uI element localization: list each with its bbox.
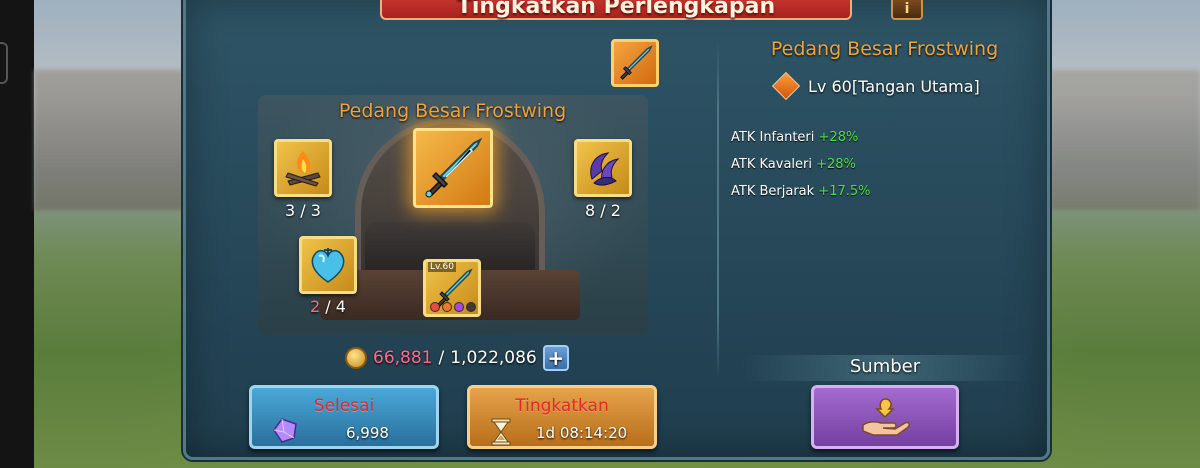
material-required-frozen-heart: / 4 xyxy=(320,297,346,316)
background-wall-left xyxy=(34,70,184,210)
gem-sockets xyxy=(430,302,476,312)
claw-icon xyxy=(590,152,620,186)
detail-level-text: Lv 60[Tangan Utama] xyxy=(808,76,980,96)
material-slot-claw[interactable] xyxy=(574,139,632,197)
gold-coin-icon xyxy=(345,347,367,369)
stat-line: ATK Kavaleri +28% xyxy=(731,157,856,172)
frozen-heart-icon xyxy=(311,248,345,283)
gem-socket-icon xyxy=(442,302,452,312)
gold-required: 1,022,086 xyxy=(450,348,537,368)
hourglass-icon xyxy=(491,418,511,446)
stat-label: ATK Infanteri xyxy=(731,130,819,145)
rarity-diamond-icon xyxy=(771,71,801,101)
material-count-campfire: 3 / 3 xyxy=(285,201,321,220)
finish-now-button[interactable]: Selesai 6,998 xyxy=(249,385,439,449)
add-gold-button[interactable]: + xyxy=(542,345,569,371)
finish-now-cost: 6,998 xyxy=(346,424,389,442)
stat-line: ATK Infanteri +28% xyxy=(731,130,858,145)
material-slot-campfire[interactable] xyxy=(274,139,332,197)
main-equipment-slot[interactable] xyxy=(413,128,493,208)
stat-bonus: +28% xyxy=(818,130,859,145)
sword-icon xyxy=(620,45,653,80)
plus-icon: + xyxy=(547,346,565,370)
upgrade-button[interactable]: Tingkatkan 1d 08:14:20 xyxy=(467,385,657,449)
equipped-item-thumbnail[interactable] xyxy=(611,39,659,87)
finish-now-label: Selesai xyxy=(313,396,375,416)
device-bezel xyxy=(0,0,34,468)
gold-resource-row: 66,881 / 1,022,086 + xyxy=(345,344,569,372)
hand-arrow-icon xyxy=(862,398,910,436)
stat-label: ATK Kavaleri xyxy=(731,157,817,172)
info-button[interactable]: i xyxy=(891,0,923,20)
sword-icon xyxy=(425,137,483,198)
panel-divider xyxy=(717,40,719,380)
panel-title: Tingkatkan Perlengkapan xyxy=(456,0,776,19)
stat-line: ATK Berjarak +17.5% xyxy=(731,184,871,199)
panel-title-ribbon: Tingkatkan Perlengkapan xyxy=(380,0,852,20)
detail-item-name: Pedang Besar Frostwing xyxy=(770,38,999,60)
material-owned-frozen-heart: 2 xyxy=(310,297,321,316)
stat-bonus: +17.5% xyxy=(818,184,871,199)
material-slot-frozen-heart[interactable] xyxy=(299,236,357,294)
bezel-notch xyxy=(0,42,8,84)
upgrade-time: 1d 08:14:20 xyxy=(536,424,628,442)
campfire-icon xyxy=(285,151,321,187)
upgrade-item-name: Pedang Besar Frostwing xyxy=(338,100,567,122)
gold-current: 66,881 xyxy=(373,348,433,368)
stat-bonus: +28% xyxy=(816,157,856,172)
material-count-frozen-heart: 2 / 4 xyxy=(288,297,368,316)
stat-label: ATK Berjarak xyxy=(731,184,819,199)
gem-crystal-icon xyxy=(273,418,297,443)
gem-socket-icon xyxy=(466,302,476,312)
gold-separator: / xyxy=(438,348,445,368)
material-count-claw: 8 / 2 xyxy=(585,201,621,220)
source-heading: Sumber xyxy=(849,356,921,377)
result-level-label: Lv.60 xyxy=(428,262,456,272)
source-button[interactable] xyxy=(811,385,959,449)
info-icon: i xyxy=(904,1,910,17)
background-wall-right xyxy=(1050,70,1200,210)
gem-socket-icon xyxy=(454,302,464,312)
detail-level-row: Lv 60[Tangan Utama] xyxy=(771,71,980,101)
upgrade-label: Tingkatkan xyxy=(515,396,609,416)
result-equipment-slot[interactable]: Lv.60 xyxy=(423,259,481,317)
gem-socket-icon xyxy=(430,302,440,312)
